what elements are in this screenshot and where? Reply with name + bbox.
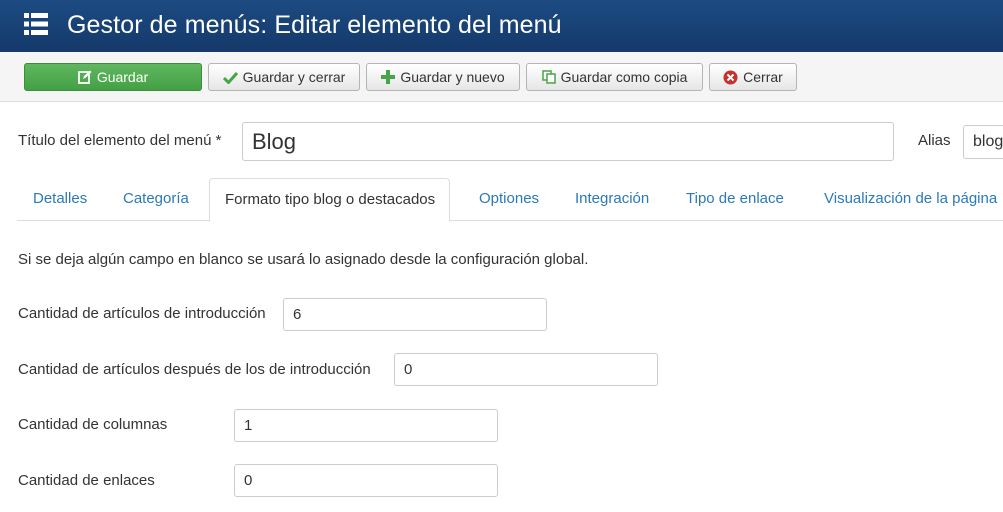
tab-visualizacion[interactable]: Visualización de la página [824,178,997,221]
tab-bar: Detalles Categoría Formato tipo blog o d… [17,178,1003,222]
toolbar: Guardar Guardar y cerrar Guardar y nuevo… [0,52,1003,102]
leading-articles-input[interactable] [394,353,658,386]
cancel-circle-icon [723,70,738,85]
close-button[interactable]: Cerrar [709,63,797,91]
links-input[interactable] [234,464,498,497]
check-icon [222,71,238,84]
save-new-label: Guardar y nuevo [400,69,505,85]
header-bar: Gestor de menús: Editar elemento del men… [0,0,1003,52]
tab-categoria[interactable]: Categoría [123,178,189,221]
info-text: Si se deja algún campo en blanco se usar… [18,251,589,268]
tab-opciones[interactable]: Optiones [479,178,539,221]
links-label: Cantidad de enlaces [18,472,155,489]
tab-tipo-enlace[interactable]: Tipo de enlace [686,178,784,221]
edit-icon [77,70,92,84]
close-button-label: Cerrar [743,69,783,85]
save-close-button[interactable]: Guardar y cerrar [208,63,360,91]
plus-icon [381,70,396,84]
save-close-label: Guardar y cerrar [242,69,346,85]
columns-label: Cantidad de columnas [18,416,168,433]
intro-articles-input[interactable] [283,298,547,331]
save-copy-label: Guardar como copia [560,69,688,85]
alias-input[interactable] [963,125,1003,159]
save-button-label: Guardar [96,69,149,85]
save-button[interactable]: Guardar [24,63,202,91]
columns-input[interactable] [234,409,498,442]
tab-detalles[interactable]: Detalles [33,178,87,221]
title-row: Título del elemento del menú * Alias [0,122,1003,162]
save-new-button[interactable]: Guardar y nuevo [366,63,520,91]
leading-articles-label: Cantidad de artículos después de los de … [18,361,371,378]
title-label: Título del elemento del menú * [18,132,222,149]
page-title: Gestor de menús: Editar elemento del men… [67,11,562,39]
title-input[interactable] [242,122,894,161]
copy-icon [541,70,556,84]
save-copy-button[interactable]: Guardar como copia [526,63,703,91]
list-icon[interactable] [24,12,48,36]
tab-integracion[interactable]: Integración [575,178,649,221]
intro-articles-label: Cantidad de artículos de introducción [18,305,266,322]
alias-label: Alias [918,132,951,149]
tab-formato-blog[interactable]: Formato tipo blog o destacados [209,178,451,222]
